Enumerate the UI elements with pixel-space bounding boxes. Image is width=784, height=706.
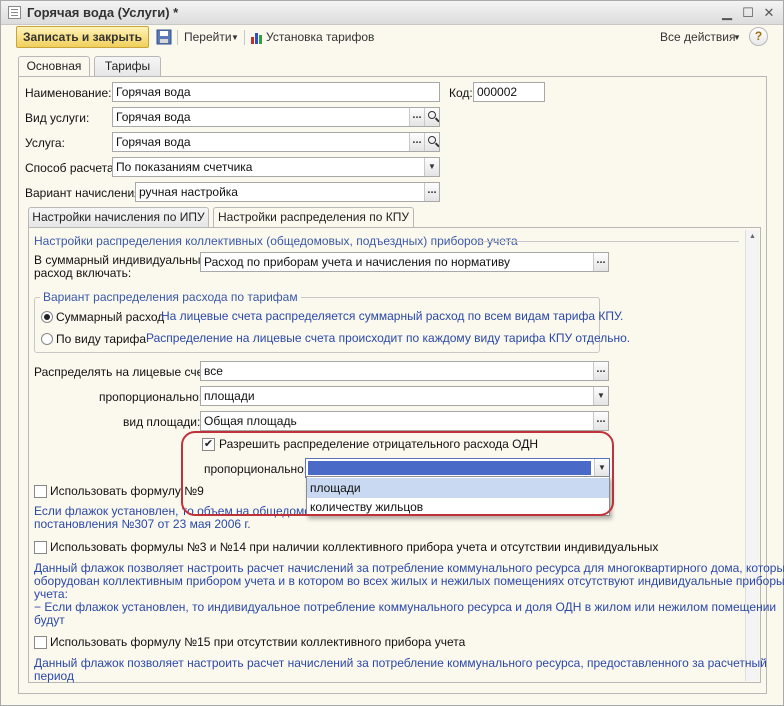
radio-summary-label[interactable]: Суммарный расход <box>56 310 164 324</box>
chart-icon <box>251 33 262 44</box>
kpu-section-title: Настройки распределения коллективных (об… <box>34 234 518 248</box>
window-title: Горячая вода (Услуги) * <box>27 5 179 20</box>
calc-method-label: Способ расчета: <box>25 161 117 175</box>
formula15-desc-2: период <box>34 669 74 683</box>
accrual-field[interactable]: ручная настройка ... <box>135 182 440 202</box>
accrual-value: ручная настройка <box>139 185 238 199</box>
title-bar: Горячая вода (Услуги) * ▁ ☐ ✕ <box>1 1 783 25</box>
chevron-down-icon[interactable]: ▼ <box>733 33 741 42</box>
form-window: Горячая вода (Услуги) * ▁ ☐ ✕ Записать и… <box>0 0 784 706</box>
radio-by-tariff[interactable] <box>41 333 53 345</box>
tab-ipu-settings[interactable]: Настройки начисления по ИПУ <box>28 207 209 227</box>
area-kind-value: Общая площадь <box>204 414 297 428</box>
select-button[interactable]: ... <box>424 183 439 201</box>
section-divider <box>477 241 739 242</box>
toolbar-separator <box>177 30 178 45</box>
tariff-variant-title: Вариант распределения расхода по тарифам <box>40 290 301 304</box>
save-close-button[interactable]: Записать и закрыть <box>16 26 149 48</box>
formula3-checkbox[interactable] <box>34 541 47 554</box>
toolbar-separator <box>244 30 245 45</box>
code-field[interactable]: 000002 <box>473 82 545 102</box>
document-icon <box>8 6 21 19</box>
radio-summary-desc: На лицевые счета распределяется суммарны… <box>161 309 624 323</box>
code-label: Код: <box>449 86 473 100</box>
distribute-value: все <box>204 364 223 378</box>
name-label: Наименование: <box>25 86 112 100</box>
chevron-down-icon[interactable]: ▼ <box>593 387 608 405</box>
maximize-button[interactable]: ☐ <box>739 4 757 21</box>
search-icon[interactable] <box>424 108 439 126</box>
formula3-desc-2: оборудован коллективным прибором учета и… <box>34 574 784 588</box>
service-kind-field[interactable]: Горячая вода ... <box>112 107 440 127</box>
tab-kpu-settings[interactable]: Настройки распределения по КПУ <box>213 207 414 228</box>
formula3-desc-5: будут <box>34 613 65 627</box>
formula15-label[interactable]: Использовать формулу №15 при отсутствии … <box>50 635 465 649</box>
goto-menu[interactable]: Перейти <box>184 30 232 44</box>
total-field[interactable]: Расход по приборам учета и начисления по… <box>200 252 609 272</box>
help-button[interactable]: ? <box>749 27 768 46</box>
proportional-select[interactable]: площади ▼ <box>200 386 609 406</box>
select-button[interactable]: ... <box>409 133 424 151</box>
formula15-checkbox[interactable] <box>34 636 47 649</box>
total-label-2: расход включать: <box>34 266 132 280</box>
radio-by-tariff-desc: Распределение на лицевые счета происходи… <box>146 331 631 345</box>
total-value: Расход по приборам учета и начисления по… <box>204 255 510 269</box>
calc-method-value: По показаниям счетчика <box>116 160 253 174</box>
tab-tariffs[interactable]: Тарифы <box>94 56 161 76</box>
toolbar: Записать и закрыть Перейти ▼ Установка т… <box>1 25 783 50</box>
close-button[interactable]: ✕ <box>760 4 778 21</box>
annotation-highlight <box>181 431 614 516</box>
minimize-button[interactable]: ▁ <box>718 4 736 21</box>
save-icon[interactable] <box>156 29 172 45</box>
distribute-field[interactable]: все ... <box>200 361 609 381</box>
service-kind-label: Вид услуги: <box>25 111 90 125</box>
calc-method-select[interactable]: По показаниям счетчика ▼ <box>112 157 440 177</box>
all-actions-menu[interactable]: Все действия <box>660 30 735 44</box>
radio-by-tariff-label[interactable]: По виду тарифа <box>56 332 146 346</box>
service-label: Услуга: <box>25 136 65 150</box>
chevron-down-icon[interactable]: ▼ <box>231 33 239 42</box>
formula9-desc-2: постановления №307 от 23 мая 2006 г. <box>34 517 251 531</box>
formula3-label[interactable]: Использовать формулы №3 и №14 при наличи… <box>50 540 658 554</box>
proportional-label: пропорционально: <box>99 390 203 404</box>
select-button[interactable]: ... <box>409 108 424 126</box>
tab-main[interactable]: Основная <box>18 56 90 77</box>
formula9-checkbox[interactable] <box>34 485 47 498</box>
formula3-desc-4: − Если флажок установлен, то индивидуаль… <box>34 600 777 614</box>
scroll-up-icon[interactable]: ▲ <box>749 233 756 240</box>
accrual-label: Вариант начисления: <box>25 186 145 200</box>
name-field[interactable]: Горячая вода <box>112 82 440 102</box>
total-label: В суммарный индивидуальный <box>34 253 208 267</box>
chevron-down-icon[interactable]: ▼ <box>424 158 439 176</box>
proportional-value: площади <box>204 389 255 403</box>
radio-summary[interactable] <box>41 311 53 323</box>
select-button[interactable]: ... <box>593 412 608 430</box>
formula15-desc: Данный флажок позволяет настроить расчет… <box>34 656 767 670</box>
distribute-label: Распределять на лицевые счета: <box>34 365 219 379</box>
service-value: Горячая вода <box>116 135 191 149</box>
service-kind-value: Горячая вода <box>116 110 191 124</box>
service-field[interactable]: Горячая вода ... <box>112 132 440 152</box>
select-button[interactable]: ... <box>593 253 608 271</box>
select-button[interactable]: ... <box>593 362 608 380</box>
search-icon[interactable] <box>424 133 439 151</box>
area-kind-field[interactable]: Общая площадь ... <box>200 411 609 431</box>
area-kind-label: вид площади: <box>123 415 201 429</box>
set-tariffs-button[interactable]: Установка тарифов <box>266 30 374 44</box>
